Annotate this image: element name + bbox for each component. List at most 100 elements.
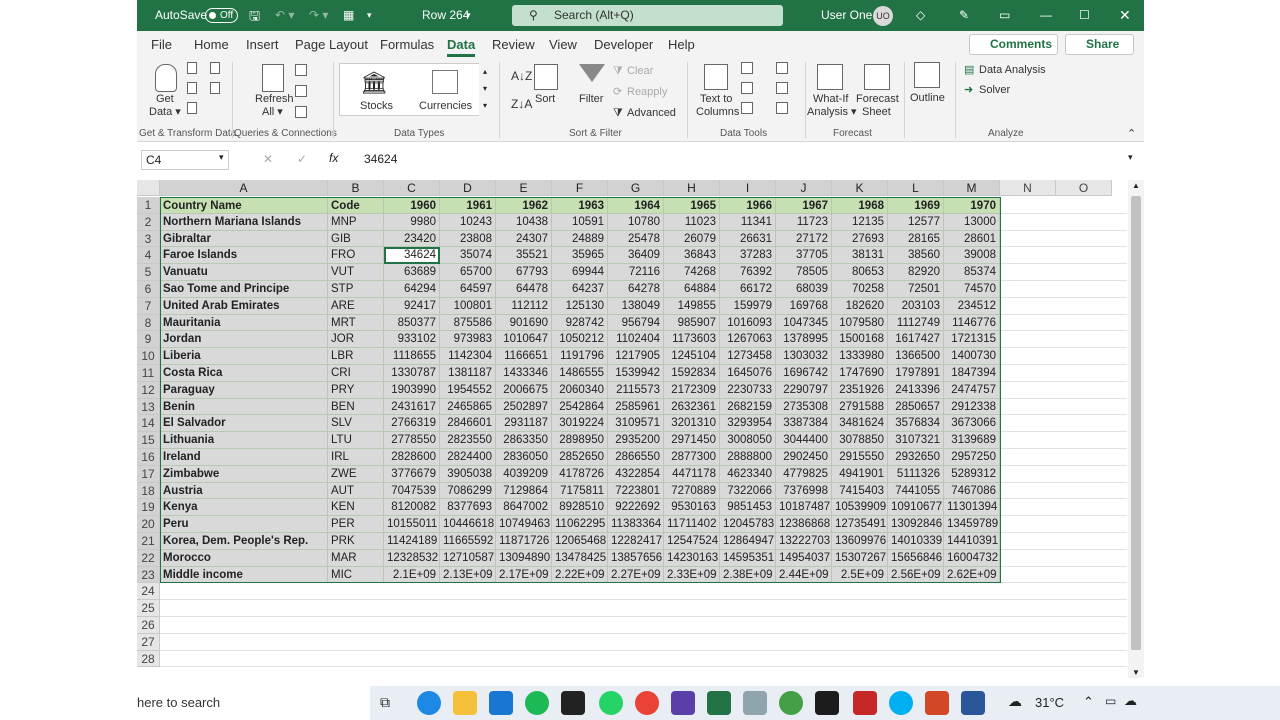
- edge-icon[interactable]: [417, 691, 441, 715]
- column-header-I[interactable]: I: [720, 180, 776, 196]
- table-cell[interactable]: 2957250: [944, 449, 1000, 466]
- table-cell[interactable]: STP: [328, 281, 384, 298]
- form-icon[interactable]: ▦: [343, 0, 354, 31]
- table-cell[interactable]: ZWE: [328, 465, 384, 483]
- mail-icon[interactable]: [489, 691, 513, 715]
- enter-icon[interactable]: ✓: [297, 152, 307, 166]
- header-cell[interactable]: 1969: [888, 197, 944, 214]
- row-header[interactable]: 24: [137, 583, 160, 601]
- table-cell[interactable]: 3008050: [720, 432, 776, 449]
- table-cell[interactable]: 1102404: [608, 331, 664, 349]
- table-cell[interactable]: 149855: [664, 297, 720, 315]
- table-cell[interactable]: 64278: [608, 281, 664, 298]
- table-cell[interactable]: 7322066: [720, 482, 776, 500]
- table-cell[interactable]: 1166651: [496, 348, 552, 365]
- table-cell[interactable]: 182620: [832, 297, 888, 315]
- table-cell[interactable]: 1486555: [552, 365, 608, 382]
- table-cell[interactable]: 12864947: [720, 533, 776, 550]
- table-cell[interactable]: 2585961: [608, 398, 664, 416]
- chevron-down-icon[interactable]: ▾: [219, 152, 224, 163]
- table-cell[interactable]: 27693: [832, 230, 888, 248]
- table-cell[interactable]: 3109571: [608, 415, 664, 433]
- forecast-sheet-label-2[interactable]: Sheet: [862, 106, 891, 119]
- row-header[interactable]: 18: [137, 482, 160, 500]
- table-cell[interactable]: 64478: [496, 281, 552, 298]
- table-cell[interactable]: 64884: [664, 281, 720, 298]
- table-cell[interactable]: 1010647: [496, 331, 552, 349]
- table-cell[interactable]: 2290797: [776, 381, 832, 399]
- table-cell[interactable]: 3044400: [776, 432, 832, 449]
- table-cell[interactable]: 234512: [944, 297, 1000, 315]
- table-cell[interactable]: 68039: [776, 281, 832, 298]
- table-cell[interactable]: 12547524: [664, 533, 720, 550]
- column-header-A[interactable]: A: [160, 180, 328, 196]
- app-icon[interactable]: [743, 691, 767, 715]
- what-if-label-2[interactable]: Analysis ▾: [807, 106, 857, 119]
- table-cell[interactable]: 7047539: [384, 482, 440, 500]
- table-cell[interactable]: 35521: [496, 247, 552, 265]
- visual-studio-icon[interactable]: [671, 691, 695, 715]
- table-cell[interactable]: 4779825: [776, 465, 832, 483]
- table-cell[interactable]: 2006675: [496, 381, 552, 399]
- table-cell[interactable]: 125130: [552, 297, 608, 315]
- table-cell[interactable]: 12065468: [552, 533, 608, 550]
- table-cell[interactable]: 23420: [384, 230, 440, 248]
- table-cell[interactable]: Morocco: [160, 549, 328, 567]
- table-cell[interactable]: 76392: [720, 264, 776, 281]
- table-cell[interactable]: 14410391: [944, 533, 1000, 550]
- table-cell[interactable]: 1696742: [776, 365, 832, 382]
- table-cell[interactable]: 72501: [888, 281, 944, 298]
- table-cell[interactable]: CRI: [328, 365, 384, 382]
- search-input[interactable]: Search (Alt+Q): [512, 5, 783, 26]
- table-cell[interactable]: 8928510: [552, 499, 608, 517]
- skype-icon[interactable]: [889, 691, 913, 715]
- table-cell[interactable]: 2413396: [888, 381, 944, 399]
- table-cell[interactable]: Kenya: [160, 499, 328, 517]
- undo-icon[interactable]: ↶ ▾: [275, 0, 294, 31]
- table-cell[interactable]: 1142304: [440, 348, 496, 365]
- table-cell[interactable]: 2824400: [440, 449, 496, 466]
- table-cell[interactable]: 1245104: [664, 348, 720, 365]
- row-header[interactable]: 26: [137, 617, 160, 634]
- stocks-button[interactable]: Stocks: [360, 100, 393, 113]
- table-cell[interactable]: 70258: [832, 281, 888, 298]
- table-cell[interactable]: 2.44E+09: [776, 566, 832, 584]
- advanced-button[interactable]: Advanced: [627, 107, 676, 120]
- table-cell[interactable]: 1047345: [776, 314, 832, 332]
- table-cell[interactable]: 35074: [440, 247, 496, 265]
- table-cell[interactable]: 933102: [384, 331, 440, 349]
- table-cell[interactable]: 3293954: [720, 415, 776, 433]
- refresh-all-label[interactable]: Refresh: [255, 93, 294, 106]
- table-cell[interactable]: FRO: [328, 247, 384, 265]
- table-cell[interactable]: 850377: [384, 314, 440, 332]
- table-cell[interactable]: 2778550: [384, 432, 440, 449]
- table-cell[interactable]: 1433346: [496, 365, 552, 382]
- table-cell[interactable]: 12386868: [776, 516, 832, 533]
- table-cell[interactable]: 2846601: [440, 415, 496, 433]
- data-validation-icon[interactable]: [741, 102, 753, 114]
- column-header-K[interactable]: K: [832, 180, 888, 196]
- table-cell[interactable]: Peru: [160, 516, 328, 533]
- column-header-M[interactable]: M: [944, 180, 1000, 196]
- row-header[interactable]: 13: [137, 398, 160, 416]
- table-cell[interactable]: 13609976: [832, 533, 888, 550]
- expand-formula-icon[interactable]: ▾: [1128, 152, 1133, 163]
- table-cell[interactable]: 11711402: [664, 516, 720, 533]
- table-cell[interactable]: IRL: [328, 449, 384, 466]
- row-header[interactable]: 19: [137, 499, 160, 517]
- row-header[interactable]: 6: [137, 281, 160, 298]
- row-header[interactable]: 27: [137, 633, 160, 651]
- close-icon[interactable]: ✕: [1119, 0, 1131, 31]
- table-cell[interactable]: 65700: [440, 264, 496, 281]
- table-cell[interactable]: 85374: [944, 264, 1000, 281]
- table-cell[interactable]: 37705: [776, 247, 832, 265]
- table-cell[interactable]: Costa Rica: [160, 365, 328, 382]
- table-cell[interactable]: 875586: [440, 314, 496, 332]
- table-cell[interactable]: 66172: [720, 281, 776, 298]
- table-cell[interactable]: 64237: [552, 281, 608, 298]
- table-cell[interactable]: 7441055: [888, 482, 944, 500]
- header-cell[interactable]: 1960: [384, 197, 440, 214]
- table-cell[interactable]: 2863350: [496, 432, 552, 449]
- remove-duplicates-icon[interactable]: [741, 82, 753, 94]
- header-cell[interactable]: 1963: [552, 197, 608, 214]
